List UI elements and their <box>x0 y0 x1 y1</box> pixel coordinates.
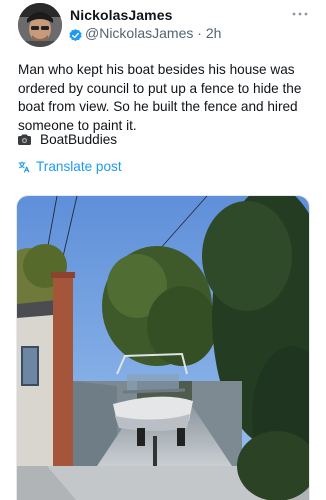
display-name[interactable]: NickolasJames <box>70 7 172 23</box>
tag-text: BoatBuddies <box>40 131 118 147</box>
more-horizontal-icon[interactable] <box>292 4 308 22</box>
avatar[interactable] <box>18 3 62 47</box>
boat-fence-photo <box>17 196 309 500</box>
timestamp[interactable]: 2h <box>206 25 222 41</box>
tweet-text-line: boat from view. So he built the fence an… <box>18 99 298 114</box>
tweet-text-line: Man who kept his boat besides his house … <box>18 62 295 77</box>
camera-icon <box>18 134 31 145</box>
verified-badge-icon <box>69 28 82 42</box>
tweet-text-line: ordered by council to put up a fence to … <box>18 80 302 96</box>
separator: · <box>197 25 202 41</box>
translate-post-label: Translate post <box>36 159 122 174</box>
tweet: NickolasJames @NickolasJames · 2h Man wh… <box>0 0 326 500</box>
translate-post-link[interactable]: Translate post <box>18 159 122 174</box>
tweet-text: Man who kept his boat besides his house … <box>18 61 314 135</box>
handle[interactable]: @NickolasJames <box>85 25 193 41</box>
tag-line: BoatBuddies <box>18 130 117 148</box>
translate-icon <box>18 160 30 173</box>
handle-line: @NickolasJames · 2h <box>85 25 221 41</box>
post-image[interactable] <box>16 195 310 500</box>
